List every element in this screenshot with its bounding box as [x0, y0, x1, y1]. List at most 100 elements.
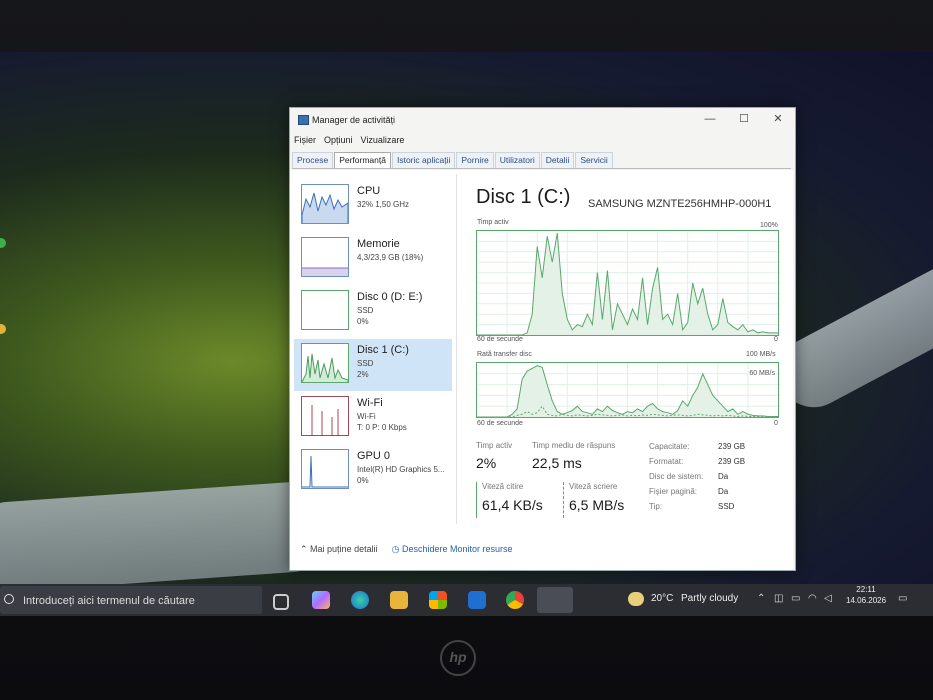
chart2-max: 100 MB/s [746, 351, 776, 358]
desktop-icon-partial[interactable] [0, 238, 6, 248]
wifi-thumbnail-graph [301, 396, 349, 436]
weather-description[interactable]: Partly cloudy [681, 593, 738, 604]
performance-panel: CPU 32% 1,50 GHz Memorie 4,3/23,9 GB (18… [290, 170, 793, 570]
volume-icon[interactable]: ◁ [824, 593, 832, 604]
resource-item-disk1[interactable]: Disc 1 (C:) SSD 2% [294, 339, 452, 391]
file-explorer-icon[interactable] [390, 591, 408, 609]
window-title: Manager de activități [312, 115, 396, 125]
menu-bar: Fișier Opțiuni Vizualizare [294, 135, 404, 145]
clock[interactable]: 22:11 14.06.2026 [846, 584, 886, 606]
chart2-label: Rată transfer disc [477, 351, 532, 358]
prop-system-disk-value: Da [718, 472, 729, 481]
task-manager-icon [298, 115, 309, 125]
prop-system-disk-key: Disc de sistem: [649, 472, 704, 481]
disk1-thumbnail-graph [301, 343, 349, 383]
minimize-button[interactable]: — [696, 112, 724, 126]
tab-users[interactable]: Utilizatori [494, 152, 540, 168]
wifi-icon[interactable]: ◠ [808, 593, 817, 604]
memory-thumbnail-graph [301, 237, 349, 277]
resource-name: CPU [357, 185, 381, 197]
gpu-thumbnail-graph [301, 449, 349, 489]
resource-item-wifi[interactable]: Wi-Fi Wi-Fi T: 0 P: 0 Kbps [294, 392, 452, 444]
read-speed-label: Viteză citire [482, 482, 524, 491]
active-time-value: 2% [476, 455, 497, 471]
resource-item-disk0[interactable]: Disc 0 (D: E:) SSD 0% [294, 286, 452, 338]
tab-app-history[interactable]: Istoric aplicații [391, 152, 456, 168]
clock-time: 22:11 [856, 585, 876, 594]
cpu-thumbnail-graph [301, 184, 349, 224]
tab-processes[interactable]: Procese [292, 152, 334, 168]
edge-icon[interactable] [351, 591, 369, 609]
meet-now-icon[interactable]: ◫ [774, 593, 783, 604]
resource-value: 0% [357, 476, 369, 485]
write-speed-value: 6,5 MB/s [569, 497, 625, 513]
prop-type-value: SSD [718, 502, 735, 511]
resource-sub: 4,3/23,9 GB (18%) [357, 253, 424, 262]
hp-logo: hp [440, 640, 476, 676]
resource-name: Disc 0 (D: E:) [357, 291, 423, 303]
resource-item-cpu[interactable]: CPU 32% 1,50 GHz [294, 180, 452, 232]
resource-monitor-link[interactable]: ◷ Deschidere Monitor resurse [392, 544, 513, 555]
chart1-min: 0 [774, 336, 778, 343]
fewer-details-link[interactable]: ⌃ Mai puține detalii [300, 544, 378, 555]
weather-partly-cloudy-icon[interactable] [628, 592, 644, 606]
tab-details[interactable]: Detalii [540, 152, 575, 168]
avg-response-label: Timp mediu de răspuns [532, 441, 616, 450]
maximize-button[interactable]: ☐ [730, 112, 758, 126]
notifications-icon[interactable]: ▭ [898, 593, 907, 604]
resource-name: Disc 1 (C:) [357, 344, 409, 356]
transfer-rate-svg [477, 363, 778, 417]
copilot-icon[interactable] [312, 591, 330, 609]
prop-type-key: Tip: [649, 502, 663, 511]
prop-formatted-value: 239 GB [718, 457, 746, 466]
prop-pagefile-value: Da [718, 487, 729, 496]
resource-monitor-label: Deschidere Monitor resurse [401, 544, 513, 554]
task-manager-taskbar-button[interactable] [537, 587, 573, 613]
read-speed-marker [476, 482, 477, 518]
close-button[interactable]: ✕ [764, 112, 792, 126]
footer: ⌃ Mai puține detalii ◷ Deschidere Monito… [300, 544, 513, 555]
disk-model: SAMSUNG MZNTE256HMHP-000H1 [588, 198, 772, 210]
resource-item-gpu[interactable]: GPU 0 Intel(R) HD Graphics 5... 0% [294, 445, 452, 497]
chart1-max: 100% [760, 222, 778, 229]
active-time-label: Timp activ [476, 441, 513, 450]
chart2-min: 0 [774, 420, 778, 427]
active-time-chart [476, 230, 779, 336]
disk0-thumbnail-graph [301, 290, 349, 330]
tab-performance[interactable]: Performanță [334, 152, 391, 168]
menu-options[interactable]: Opțiuni [324, 135, 353, 145]
store-icon[interactable] [429, 591, 447, 609]
title-bar[interactable]: Manager de activități — ☐ ✕ [290, 108, 795, 130]
search-box[interactable]: Introduceți aici termenul de căutare [0, 586, 262, 614]
task-view-icon[interactable] [273, 594, 289, 610]
transfer-rate-chart: 60 MB/s [476, 362, 779, 418]
menu-file[interactable]: Fișier [294, 135, 316, 145]
battery-icon[interactable]: ▭ [791, 593, 800, 604]
resource-name: Wi-Fi [357, 397, 383, 409]
resource-item-memory[interactable]: Memorie 4,3/23,9 GB (18%) [294, 233, 452, 285]
resource-name: Memorie [357, 238, 400, 250]
menu-view[interactable]: Vizualizare [361, 135, 405, 145]
weather-temperature[interactable]: 20°C [651, 593, 673, 604]
chart1-time: 60 de secunde [477, 336, 523, 343]
desktop-icon-partial[interactable] [0, 324, 6, 334]
fewer-details-label: Mai puține detalii [310, 544, 378, 554]
tab-startup[interactable]: Pornire [456, 152, 494, 168]
tab-services[interactable]: Servicii [575, 152, 613, 168]
prop-pagefile-key: Fișier pagină: [649, 487, 698, 496]
chrome-icon[interactable] [506, 591, 524, 609]
chart1-label: Timp activ [477, 219, 509, 226]
chevron-up-icon: ⌃ [300, 544, 311, 554]
prop-capacity-key: Capacitate: [649, 442, 690, 451]
resource-sub: SSD [357, 306, 374, 315]
active-time-svg [477, 231, 778, 335]
search-icon [4, 594, 14, 604]
clock-date: 14.06.2026 [846, 596, 887, 605]
read-speed-value: 61,4 KB/s [482, 497, 543, 513]
resource-monitor-icon: ◷ [391, 544, 402, 554]
chevron-up-icon[interactable]: ⌃ [757, 593, 765, 604]
resource-sub: SSD [357, 359, 374, 368]
outlook-icon[interactable] [468, 591, 486, 609]
prop-formatted-key: Formatat: [649, 457, 684, 466]
panel-divider [456, 174, 457, 524]
